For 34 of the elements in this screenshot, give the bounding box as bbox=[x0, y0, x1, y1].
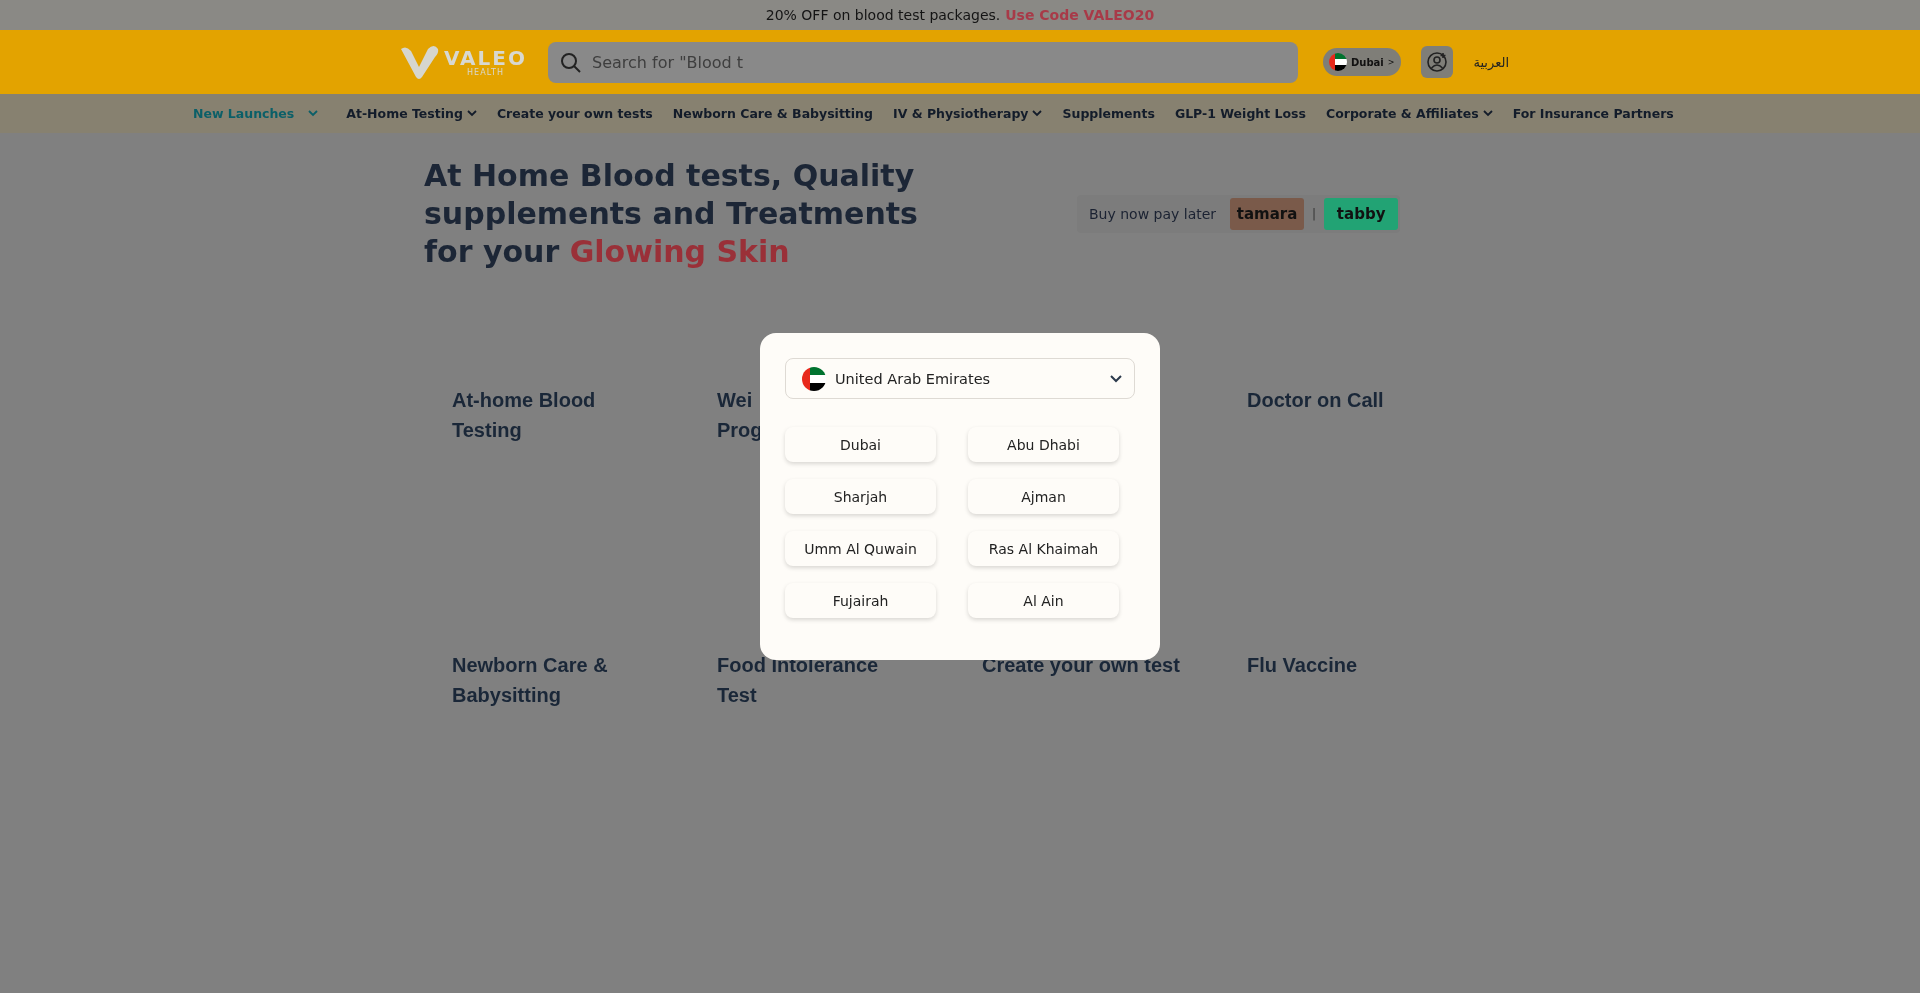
hero-headline: At Home Blood tests, Quality supplements and Treatments for your Glowing Skin bbox=[424, 157, 919, 271]
separator: | bbox=[1312, 207, 1317, 221]
account-button[interactable] bbox=[1421, 46, 1454, 78]
city-option-button[interactable]: Dubai bbox=[785, 427, 936, 462]
city-option-button[interactable]: Abu Dhabi bbox=[968, 427, 1119, 462]
promo-text: 20% OFF on blood test packages. bbox=[765, 7, 1001, 23]
city-option-button[interactable]: Al Ain bbox=[968, 583, 1119, 618]
nav-item[interactable]: Supplements bbox=[1062, 106, 1155, 121]
service-title[interactable]: At-home Blood Testing bbox=[452, 385, 652, 445]
bnpl-label: Buy now pay later bbox=[1089, 206, 1217, 222]
city-option-button[interactable]: Sharjah bbox=[785, 479, 936, 514]
nav-item[interactable]: For Insurance Partners bbox=[1512, 106, 1674, 121]
service-title[interactable]: Newborn Care & Babysitting bbox=[452, 650, 652, 710]
nav-item[interactable]: At-Home Testing bbox=[346, 106, 477, 121]
service-title[interactable]: Flu Vaccine bbox=[1247, 650, 1447, 680]
payment-provider-logo: tabby bbox=[1324, 198, 1399, 230]
nav-item[interactable]: Newborn Care & Babysitting bbox=[672, 106, 873, 121]
city-option-button[interactable]: Ajman bbox=[968, 479, 1119, 514]
nav-item[interactable]: GLP-1 Weight Loss bbox=[1174, 106, 1306, 121]
nav-item[interactable]: Create your own tests bbox=[496, 106, 653, 121]
city-option-button[interactable]: Fujairah bbox=[785, 583, 936, 618]
search-field[interactable]: Search for "Blood t bbox=[548, 41, 1298, 83]
service-title[interactable]: Doctor on Call bbox=[1247, 385, 1447, 415]
city-button[interactable]: Dubai > bbox=[1323, 48, 1402, 76]
user-add-icon bbox=[1426, 51, 1449, 73]
nav-item[interactable]: IV & Physiotherapy bbox=[893, 106, 1043, 121]
nav-item[interactable]: Corporate & Affiliates bbox=[1326, 106, 1493, 121]
city-option-button[interactable]: Umm Al Quwain bbox=[785, 531, 936, 566]
payment-provider-logo: tamara bbox=[1230, 198, 1305, 230]
flag-icon bbox=[1329, 53, 1347, 71]
city-option-button[interactable]: Ras Al Khaimah bbox=[968, 531, 1119, 566]
language-link[interactable]: العربية bbox=[1473, 54, 1509, 70]
country-select[interactable]: United Arab Emirates bbox=[785, 358, 1135, 399]
flag-icon bbox=[802, 366, 826, 391]
